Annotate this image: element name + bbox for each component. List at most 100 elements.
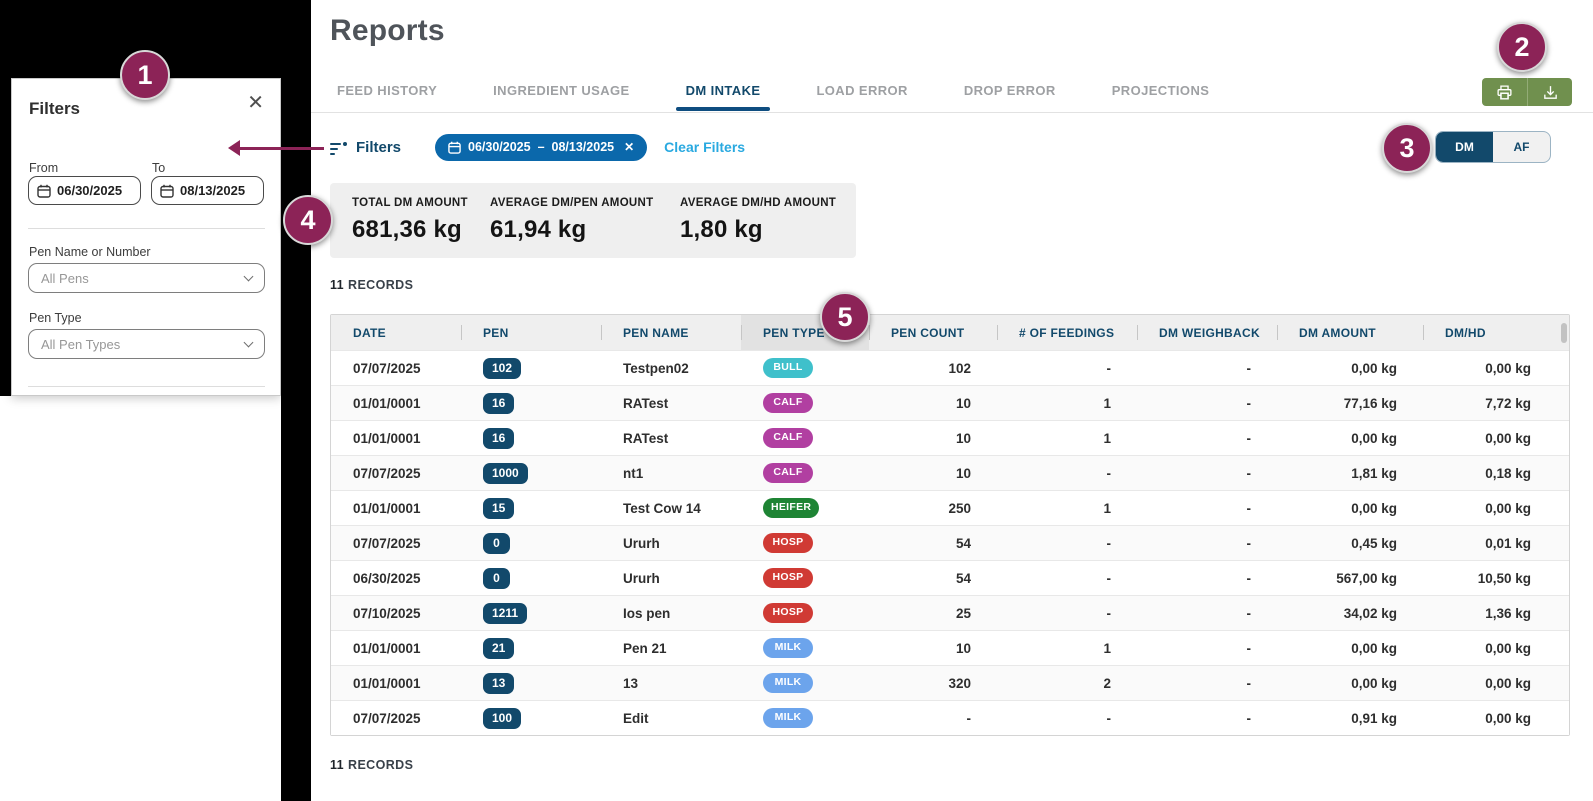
to-date-input[interactable]: 08/13/2025: [151, 176, 264, 205]
cell-feedings: 1: [1103, 640, 1111, 656]
cell-pen-type: BULL: [741, 351, 869, 385]
download-button[interactable]: [1527, 78, 1572, 106]
column-header-date[interactable]: DATE: [331, 315, 461, 350]
column-header-dm-hd[interactable]: DM/HD: [1423, 315, 1571, 350]
cell-dm-hd: 0,00 kg: [1485, 360, 1531, 376]
cell-pen: 0: [461, 561, 601, 595]
column-header-of-feedings[interactable]: # OF FEEDINGS: [997, 315, 1137, 350]
tab-ingredient-usage[interactable]: INGREDIENT USAGE: [493, 83, 629, 111]
cell-dm-weighback: -: [1246, 710, 1252, 726]
annotation-arrow: [228, 140, 324, 156]
column-header-pen-name[interactable]: PEN NAME: [601, 315, 741, 350]
tab-feed-history[interactable]: FEED HISTORY: [337, 83, 437, 111]
table-row: 06/30/2025 0 Ururh HOSP 54 - - 567,00 kg 10,50 k…: [331, 560, 1569, 595]
filters-bar: Filters 06/30/2025 – 08/13/2025 ✕ Clear …: [330, 131, 745, 163]
pen-type-pill-calf: CALF: [763, 393, 813, 413]
cell-dm-hd: 0,00 kg: [1485, 675, 1531, 691]
cell-pen-count: 25: [955, 605, 971, 621]
pen-number-badge: 16: [483, 392, 515, 414]
column-header-label: # OF FEEDINGS: [1019, 325, 1115, 340]
tab-dm-intake[interactable]: DM INTAKE: [675, 83, 771, 111]
records-word: RECORDS: [348, 278, 414, 292]
cell-dm-amount: 0,00 kg: [1351, 360, 1397, 376]
pen-type-select[interactable]: All Pen Types: [28, 329, 265, 359]
cell-pen-name: RATest: [623, 395, 669, 411]
cell-pen-type: CALF: [741, 421, 869, 455]
pen-type-pill-heifer: HEIFER: [763, 498, 820, 518]
pen-type-pill-milk: MILK: [763, 673, 813, 693]
cell-dm-weighback: -: [1246, 675, 1252, 691]
filters-bar-label[interactable]: Filters: [356, 139, 401, 156]
stat-value: 61,94 kg: [490, 216, 587, 243]
clear-filters-link[interactable]: Clear Filters: [664, 139, 745, 155]
main-content: Reports FEED HISTORY INGREDIENT USAGE DM…: [311, 0, 1593, 801]
cell-dm-weighback: -: [1246, 640, 1252, 656]
cell-pen-count: 250: [948, 500, 971, 516]
cell-pen-name: RATest: [623, 430, 669, 446]
records-number: 11: [330, 278, 345, 292]
pen-type-pill-milk: MILK: [763, 638, 813, 658]
filter-lines-icon[interactable]: [330, 141, 347, 155]
annotation-badge-4: 4: [283, 195, 333, 245]
cell-feedings: -: [1106, 710, 1112, 726]
tab-load-error[interactable]: LOAD ERROR: [816, 83, 907, 111]
pen-type-select-value: All Pen Types: [41, 336, 121, 352]
toggle-option-af[interactable]: AF: [1493, 132, 1550, 162]
cell-date: 01/01/0001: [353, 640, 421, 656]
cell-date: 07/07/2025: [353, 360, 421, 376]
cell-pen-name: nt1: [623, 465, 644, 481]
print-button[interactable]: [1482, 78, 1527, 106]
table-row: 01/01/0001 13 13 MILK 320 2 - 0,00 kg 0,00 kg: [331, 665, 1569, 700]
toggle-option-dm[interactable]: DM: [1436, 132, 1493, 162]
cell-pen: 102: [461, 351, 601, 385]
cell-dm-hd: 0,01 kg: [1485, 535, 1531, 551]
cell-pen: 1211: [461, 596, 601, 630]
cell-pen-type: MILK: [741, 631, 869, 665]
stat-label: AVERAGE DM/HD AMOUNT: [680, 197, 837, 209]
cell-dm-amount: 0,91 kg: [1351, 710, 1397, 726]
from-date-input[interactable]: 06/30/2025: [28, 176, 141, 205]
cell-pen-count: 10: [955, 640, 971, 656]
close-icon[interactable]: ✕: [247, 93, 264, 113]
cell-feedings: -: [1106, 570, 1112, 586]
annotation-badge-2: 2: [1497, 22, 1547, 72]
cell-pen-name: Ios pen: [623, 605, 671, 621]
table-row: 07/07/2025 102 Testpen02 BULL 102 - - 0,00 kg 0,…: [331, 350, 1569, 385]
cell-date: 06/30/2025: [353, 570, 421, 586]
cell-dm-hd: 1,36 kg: [1485, 605, 1531, 621]
column-header-dm-weighback[interactable]: DM WEIGHBACK: [1137, 315, 1277, 350]
column-header-label: PEN COUNT: [891, 325, 965, 340]
column-header-label: PEN TYPE: [763, 325, 825, 340]
pen-number-badge: 1000: [483, 462, 528, 484]
column-header-pen-count[interactable]: PEN COUNT: [869, 315, 997, 350]
pen-name-select[interactable]: All Pens: [28, 263, 265, 293]
pen-type-label: Pen Type: [29, 311, 82, 325]
cell-feedings: 1: [1103, 430, 1111, 446]
table-row: 01/01/0001 15 Test Cow 14 HEIFER 250 1 - 0,00 k…: [331, 490, 1569, 525]
pen-type-pill-hosp: HOSP: [763, 603, 813, 623]
pen-number-badge: 13: [483, 672, 515, 694]
table-header: DATE PEN PEN NAME PEN TYPE PEN COUNT # OF FEE…: [331, 315, 1569, 350]
cell-pen-count: 10: [955, 430, 971, 446]
tab-projections[interactable]: PROJECTIONS: [1112, 83, 1210, 111]
date-range-chip[interactable]: 06/30/2025 – 08/13/2025 ✕: [435, 133, 648, 161]
scrollbar-thumb[interactable]: [1561, 323, 1567, 343]
cell-pen-count: 320: [948, 675, 971, 691]
cell-dm-weighback: -: [1246, 535, 1252, 551]
divider: [28, 228, 265, 229]
cell-pen-type: HOSP: [741, 596, 869, 630]
chip-remove-icon[interactable]: ✕: [624, 140, 634, 154]
records-number: 11: [330, 758, 345, 772]
from-date-value: 06/30/2025: [57, 183, 123, 198]
table-row: 01/01/0001 16 RATest CALF 10 1 - 0,00 kg 0,00 kg: [331, 420, 1569, 455]
column-header-label: DATE: [353, 325, 386, 340]
cell-pen-type: HEIFER: [741, 491, 869, 525]
stat-label: AVERAGE DM/PEN AMOUNT: [490, 197, 654, 209]
cell-pen: 13: [461, 666, 601, 700]
column-header-dm-amount[interactable]: DM AMOUNT: [1277, 315, 1423, 350]
table-body: 07/07/2025 102 Testpen02 BULL 102- -0,00 kg 0,…: [331, 350, 1569, 735]
column-header-pen[interactable]: PEN: [461, 315, 601, 350]
tab-drop-error[interactable]: DROP ERROR: [964, 83, 1056, 111]
cell-pen-name: Ururh: [623, 535, 660, 551]
cell-pen-name: Pen 21: [623, 640, 667, 656]
